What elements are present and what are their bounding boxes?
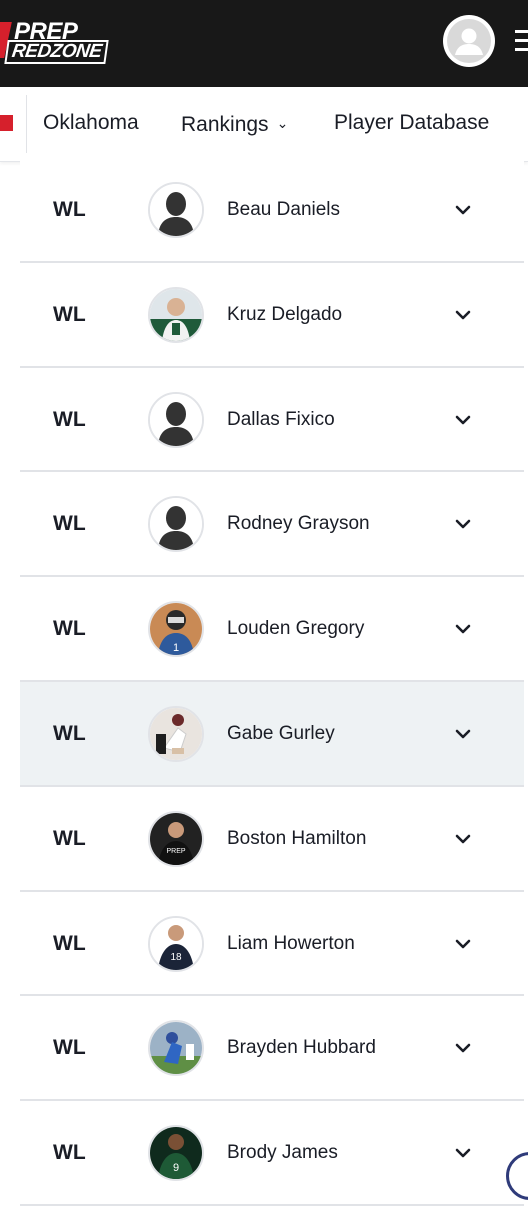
player-avatar[interactable] [148, 286, 204, 343]
hamburger-menu-icon[interactable] [515, 30, 528, 54]
player-row[interactable]: WL 9 Brody James [20, 1101, 524, 1206]
top-header: PREP REDZONE [0, 0, 528, 87]
chevron-down-icon[interactable] [454, 307, 472, 323]
player-row[interactable]: WL 1 Louden Gregory [20, 577, 524, 682]
player-row[interactable]: WL Rodney Grayson [20, 472, 524, 578]
player-position: WL [53, 617, 86, 641]
prep-redzone-logo[interactable]: PREP REDZONE [0, 20, 114, 64]
player-avatar[interactable] [148, 182, 204, 238]
player-avatar[interactable]: 1 [148, 601, 204, 658]
nav-rankings[interactable]: Rankings ⌄ [181, 111, 288, 137]
chevron-down-icon[interactable] [454, 516, 472, 532]
nav-oklahoma[interactable]: Oklahoma [43, 111, 139, 135]
sub-navigation: Oklahoma Rankings ⌄ Player Database [0, 87, 528, 162]
player-position: WL [53, 407, 86, 431]
player-row[interactable]: WL Beau Daniels [20, 158, 524, 263]
player-avatar[interactable] [148, 705, 204, 762]
player-name[interactable]: Brody James [227, 1141, 338, 1165]
chevron-down-icon: ⌄ [276, 115, 289, 131]
chevron-down-icon[interactable] [454, 726, 472, 742]
state-flag-icon[interactable] [0, 115, 13, 131]
player-row[interactable]: WL Brayden Hubbard [20, 996, 524, 1102]
player-position: WL [53, 721, 86, 745]
player-position: WL [53, 302, 86, 326]
nav-rankings-label: Rankings [181, 113, 269, 136]
chevron-down-icon[interactable] [454, 412, 472, 428]
player-row[interactable]: WL Dallas Fixico [20, 367, 524, 473]
player-name[interactable]: Louden Gregory [227, 617, 364, 641]
player-name[interactable]: Liam Howerton [227, 932, 355, 956]
player-position: WL [53, 931, 86, 955]
player-avatar[interactable] [148, 1020, 204, 1077]
svg-text:PREP: PREP [166, 848, 185, 855]
player-avatar[interactable] [148, 391, 204, 448]
player-position: WL [53, 1141, 86, 1165]
user-avatar-icon[interactable] [443, 15, 495, 67]
player-name[interactable]: Brayden Hubbard [227, 1036, 376, 1060]
player-position: WL [53, 198, 86, 221]
player-avatar[interactable]: 18 [148, 915, 204, 972]
player-position: WL [53, 826, 86, 850]
player-row[interactable]: WL 18 Liam Howerton [20, 891, 524, 997]
player-name[interactable]: Boston Hamilton [227, 827, 366, 851]
nav-player-database[interactable]: Player Database [334, 111, 489, 135]
player-position: WL [53, 512, 86, 536]
player-avatar[interactable]: PREP [148, 810, 204, 867]
svg-text:1: 1 [173, 642, 179, 654]
player-position: WL [53, 1036, 86, 1060]
player-row[interactable]: WL Kruz Delgado [20, 262, 524, 368]
player-list: WL Beau Daniels WL Kruz Delgado WL Dallas Fix… [20, 158, 524, 1206]
chevron-down-icon[interactable] [454, 202, 472, 218]
player-name[interactable]: Dallas Fixico [227, 408, 335, 432]
player-name[interactable]: Gabe Gurley [227, 722, 335, 746]
player-avatar[interactable]: 9 [148, 1125, 204, 1182]
chevron-down-icon[interactable] [454, 936, 472, 952]
player-row[interactable]: WL Gabe Gurley [20, 681, 524, 787]
chevron-down-icon[interactable] [454, 1145, 472, 1161]
svg-text:9: 9 [173, 1162, 179, 1174]
player-name[interactable]: Rodney Grayson [227, 512, 370, 536]
chevron-down-icon[interactable] [454, 831, 472, 847]
player-name[interactable]: Beau Daniels [227, 198, 340, 222]
player-name[interactable]: Kruz Delgado [227, 303, 342, 327]
logo-text-redzone: REDZONE [4, 40, 110, 64]
svg-text:18: 18 [170, 952, 182, 963]
nav-divider [26, 95, 27, 153]
player-avatar[interactable] [148, 496, 204, 553]
player-row[interactable]: WL PREP Boston Hamilton [20, 786, 524, 892]
chevron-down-icon[interactable] [454, 1040, 472, 1056]
chevron-down-icon[interactable] [454, 621, 472, 637]
